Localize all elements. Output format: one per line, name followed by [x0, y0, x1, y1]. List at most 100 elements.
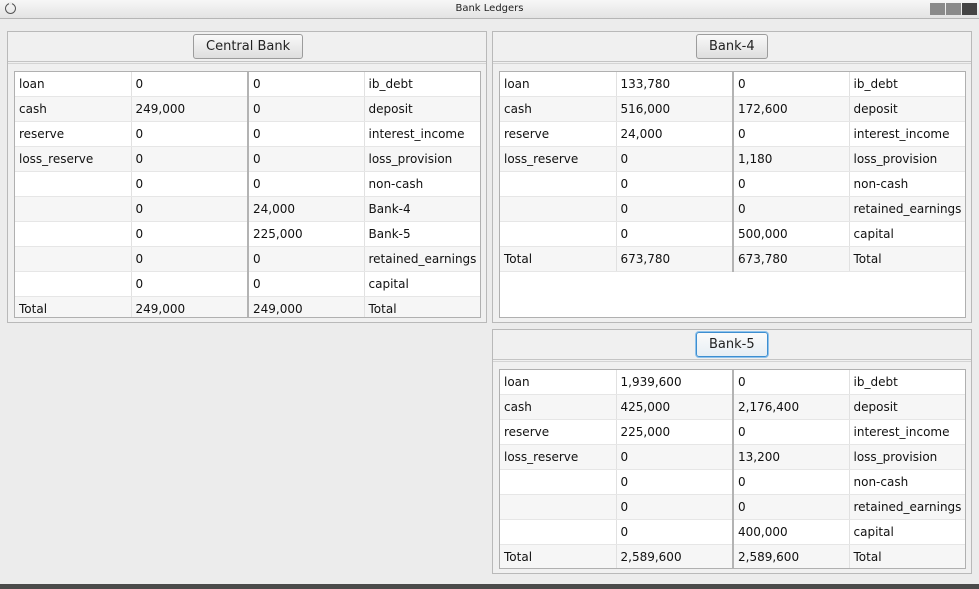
table-row[interactable]: cash 516,000 172,600 deposit	[500, 96, 965, 122]
liability-name-cell: interest_income	[364, 121, 480, 147]
table-row[interactable]: 0 24,000 Bank-4	[15, 196, 480, 222]
liability-value-cell: 0	[248, 72, 365, 97]
bank-4-button[interactable]: Bank-4	[696, 34, 768, 59]
asset-name-cell: reserve	[500, 121, 617, 147]
asset-value-cell: 0	[616, 469, 734, 495]
table-row[interactable]: 0 400,000 capital	[500, 519, 965, 545]
table-row[interactable]: 0 0 non-cash	[500, 469, 965, 495]
window-titlebar[interactable]: Bank Ledgers	[0, 0, 979, 19]
liability-value-cell: 0	[733, 494, 850, 520]
table-row[interactable]: Total 673,780 673,780 Total	[500, 246, 965, 272]
minimize-icon[interactable]	[930, 3, 945, 15]
liability-name-cell: Total	[849, 544, 965, 568]
liability-name-cell: Total	[849, 246, 965, 272]
liability-name-cell: non-cash	[849, 469, 965, 495]
liability-name-cell: Bank-5	[364, 221, 480, 247]
asset-value-cell: 0	[616, 171, 734, 197]
liability-name-cell: non-cash	[849, 171, 965, 197]
central-bank-button[interactable]: Central Bank	[193, 34, 304, 59]
liability-value-cell: 0	[248, 121, 365, 147]
asset-name-cell: Total	[500, 246, 617, 272]
ledger-grid: loan 1,939,600 0 ib_debt cash 425,000 2,176,40…	[500, 370, 965, 568]
table-row[interactable]: 0 225,000 Bank-5	[15, 221, 480, 247]
table-row[interactable]: reserve 24,000 0 interest_income	[500, 121, 965, 147]
asset-name-cell	[15, 246, 132, 272]
asset-value-cell: 225,000	[616, 419, 734, 445]
table-row[interactable]: reserve 0 0 interest_income	[15, 121, 480, 147]
table-row[interactable]: 0 0 retained_earnings	[15, 246, 480, 272]
bank-5-button[interactable]: Bank-5	[696, 332, 768, 357]
liability-value-cell: 0	[733, 121, 850, 147]
table-row[interactable]: 0 0 retained_earnings	[500, 196, 965, 222]
liability-name-cell: retained_earnings	[849, 196, 965, 222]
liability-name-cell: deposit	[849, 96, 965, 122]
asset-value-cell: 0	[131, 171, 249, 197]
close-icon[interactable]	[962, 3, 977, 15]
liability-name-cell: deposit	[849, 394, 965, 420]
asset-value-cell: 133,780	[616, 72, 734, 97]
asset-name-cell: cash	[500, 96, 617, 122]
asset-name-cell: Total	[15, 296, 132, 317]
liability-value-cell: 249,000	[248, 296, 365, 317]
asset-name-cell: Total	[500, 544, 617, 568]
liability-value-cell: 13,200	[733, 444, 850, 470]
table-row[interactable]: loan 0 0 ib_debt	[15, 72, 480, 97]
liability-value-cell: 0	[248, 246, 365, 272]
table-row[interactable]: loss_reserve 0 1,180 loss_provision	[500, 146, 965, 172]
asset-value-cell: 24,000	[616, 121, 734, 147]
asset-value-cell: 0	[131, 146, 249, 172]
liability-name-cell: non-cash	[364, 171, 480, 197]
ledger-table[interactable]: loan 133,780 0 ib_debt cash 516,000 172,600 dep…	[499, 71, 966, 318]
liability-name-cell: capital	[364, 271, 480, 297]
table-row[interactable]: cash 425,000 2,176,400 deposit	[500, 394, 965, 420]
asset-name-cell: reserve	[15, 121, 132, 147]
asset-value-cell: 425,000	[616, 394, 734, 420]
table-row[interactable]: 0 0 non-cash	[500, 171, 965, 197]
asset-name-cell: loss_reserve	[500, 444, 617, 470]
table-row[interactable]: reserve 225,000 0 interest_income	[500, 419, 965, 445]
table-row[interactable]: loan 133,780 0 ib_debt	[500, 72, 965, 97]
liability-name-cell: Bank-4	[364, 196, 480, 222]
panel-header: Bank-5	[493, 330, 971, 362]
ledger-table[interactable]: loan 0 0 ib_debt cash 249,000 0 deposit reserve 0…	[14, 71, 481, 318]
asset-name-cell: reserve	[500, 419, 617, 445]
maximize-icon[interactable]	[946, 3, 961, 15]
liability-value-cell: 0	[733, 419, 850, 445]
table-row[interactable]: Total 2,589,600 2,589,600 Total	[500, 544, 965, 568]
liability-value-cell: 172,600	[733, 96, 850, 122]
table-row[interactable]: Total 249,000 249,000 Total	[15, 296, 480, 317]
asset-value-cell: 0	[131, 271, 249, 297]
liability-value-cell: 1,180	[733, 146, 850, 172]
asset-value-cell: 249,000	[131, 96, 249, 122]
asset-name-cell: loss_reserve	[15, 146, 132, 172]
table-row[interactable]: 0 500,000 capital	[500, 221, 965, 247]
table-row[interactable]: loss_reserve 0 0 loss_provision	[15, 146, 480, 172]
asset-value-cell: 1,939,600	[616, 370, 734, 395]
table-row[interactable]: cash 249,000 0 deposit	[15, 96, 480, 122]
panel-bank-5: Bank-5 loan 1,939,600 0 ib_debt cash 425,000 2…	[492, 329, 972, 574]
panel-header: Central Bank	[8, 32, 486, 64]
asset-value-cell: 249,000	[131, 296, 249, 317]
table-row[interactable]: loan 1,939,600 0 ib_debt	[500, 370, 965, 395]
asset-name-cell	[500, 196, 617, 222]
asset-name-cell: loan	[500, 370, 617, 395]
asset-value-cell: 0	[131, 121, 249, 147]
asset-value-cell: 0	[131, 72, 249, 97]
liability-name-cell: interest_income	[849, 121, 965, 147]
liability-value-cell: 2,176,400	[733, 394, 850, 420]
asset-name-cell: cash	[500, 394, 617, 420]
liability-value-cell: 0	[248, 146, 365, 172]
liability-name-cell: retained_earnings	[849, 494, 965, 520]
ledger-grid: loan 133,780 0 ib_debt cash 516,000 172,600 dep…	[500, 72, 965, 272]
panel-bank-4: Bank-4 loan 133,780 0 ib_debt cash 516,000 172…	[492, 31, 972, 323]
table-row[interactable]: 0 0 non-cash	[15, 171, 480, 197]
asset-value-cell: 0	[616, 519, 734, 545]
table-row[interactable]: loss_reserve 0 13,200 loss_provision	[500, 444, 965, 470]
ledger-table[interactable]: loan 1,939,600 0 ib_debt cash 425,000 2,176,40…	[499, 369, 966, 569]
table-row[interactable]: 0 0 capital	[15, 271, 480, 297]
asset-name-cell	[500, 519, 617, 545]
table-row[interactable]: 0 0 retained_earnings	[500, 494, 965, 520]
liability-value-cell: 24,000	[248, 196, 365, 222]
liability-name-cell: loss_provision	[849, 444, 965, 470]
asset-name-cell: cash	[15, 96, 132, 122]
